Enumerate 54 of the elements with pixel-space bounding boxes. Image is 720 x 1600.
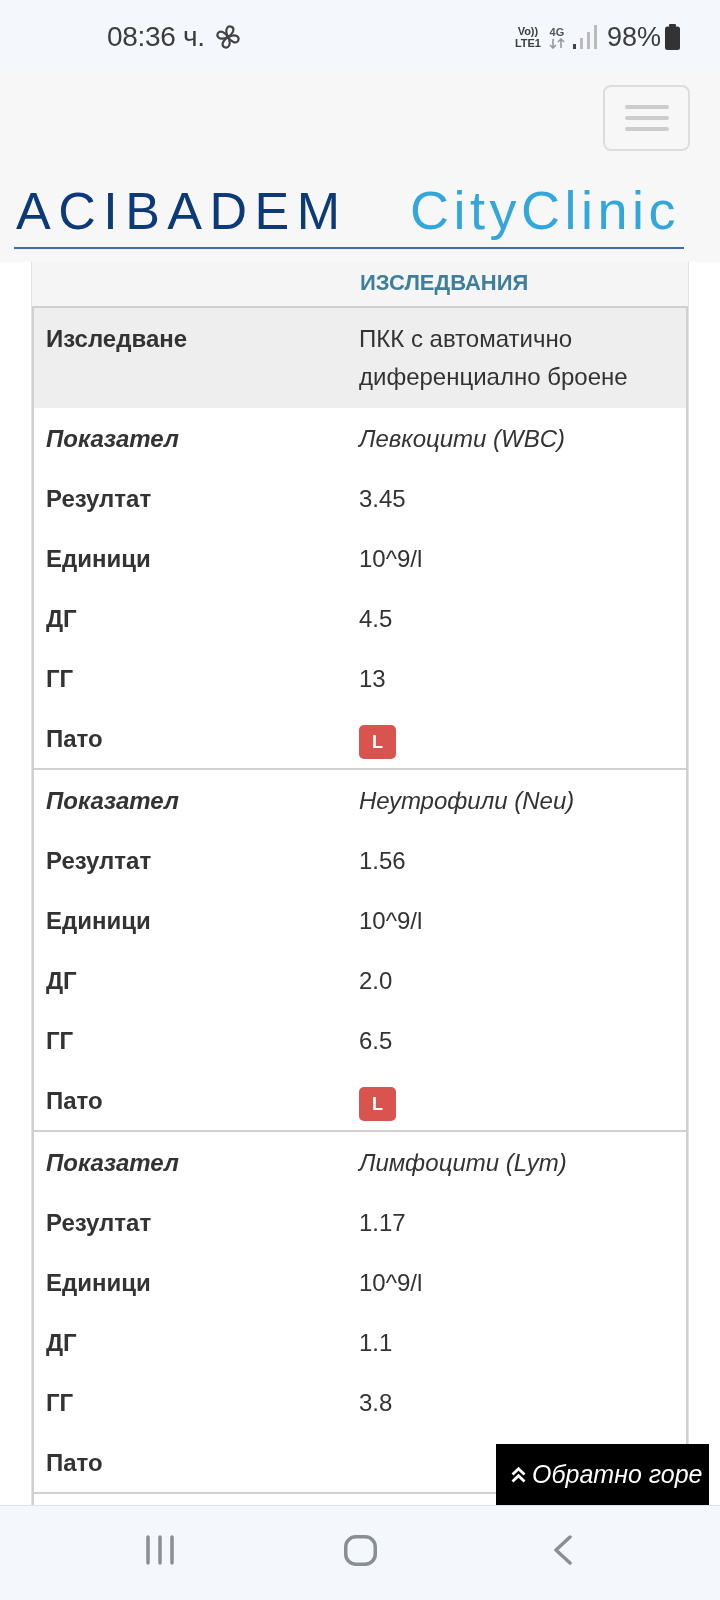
row-value: 4.5 <box>358 604 394 634</box>
indicator-name: Неутрофили (Neu) <box>358 786 576 816</box>
row-label: Единици <box>45 906 152 936</box>
pinwheel-icon <box>213 23 242 51</box>
row-label: Пато <box>45 1086 104 1116</box>
row-value: 6.5 <box>358 1026 394 1056</box>
lte-label: LTE1 <box>514 37 541 49</box>
row-label: Единици <box>45 1268 152 1298</box>
row-label: Показател <box>45 424 180 454</box>
row-value: 10^9/l <box>358 906 424 936</box>
section-title: ИЗСЛЕДВАНИЯ <box>359 269 530 297</box>
row-label: Резултат <box>45 484 153 514</box>
back-to-top-button[interactable]: Обратно горе <box>496 1444 709 1505</box>
row-value: 3.8 <box>358 1388 394 1418</box>
indicator-name: Лимфоцити (Lym) <box>356 1148 568 1178</box>
row-label: Резултат <box>45 1208 153 1238</box>
test-value: ПКК с автоматично диференциално броене <box>358 324 629 392</box>
row-label: Показател <box>45 786 180 816</box>
row-label: Пато <box>45 1448 104 1478</box>
logo-wordmark[interactable]: ACIBADEM <box>14 180 348 242</box>
double-chevron-up-icon <box>511 1466 526 1483</box>
row-label: ГГ <box>45 1388 75 1418</box>
row-value: 3.45 <box>358 484 407 514</box>
row-value: 2.0 <box>358 966 394 996</box>
row-label: Резултат <box>45 846 153 876</box>
low-flag-badge: L <box>359 1087 396 1121</box>
clock-time: 08:36 ч. <box>107 21 205 53</box>
data-arrows-icon <box>548 37 565 49</box>
recent-apps-icon[interactable] <box>146 1535 174 1565</box>
low-flag-badge: L <box>359 725 396 759</box>
row-label: ДГ <box>45 1328 78 1358</box>
row-value: 1.56 <box>358 846 407 876</box>
row-value: 10^9/l <box>358 1268 424 1298</box>
row-label: Единици <box>45 544 152 574</box>
row-label: ГГ <box>45 664 75 694</box>
volte-label: Vo)) <box>517 25 539 37</box>
back-icon[interactable] <box>553 1535 572 1565</box>
signal-icon <box>572 25 597 49</box>
battery-percent: 98% <box>606 21 661 53</box>
indicator-name: Левкоцити (WBC) <box>356 424 567 454</box>
test-label: Изследване <box>45 324 189 354</box>
row-value: 1.17 <box>358 1208 407 1238</box>
row-label: ГГ <box>45 1026 75 1056</box>
row-label: ДГ <box>45 604 78 634</box>
row-value: 1.1 <box>358 1328 394 1358</box>
battery-icon <box>665 24 680 50</box>
row-label: Пато <box>45 724 104 754</box>
network-type: 4G <box>549 25 565 38</box>
menu-icon <box>624 105 669 131</box>
row-value: 10^9/l <box>358 544 424 574</box>
home-icon[interactable] <box>344 1534 377 1566</box>
row-label: ДГ <box>45 966 78 996</box>
row-label: Показател <box>45 1148 180 1178</box>
row-value: 13 <box>358 664 387 694</box>
